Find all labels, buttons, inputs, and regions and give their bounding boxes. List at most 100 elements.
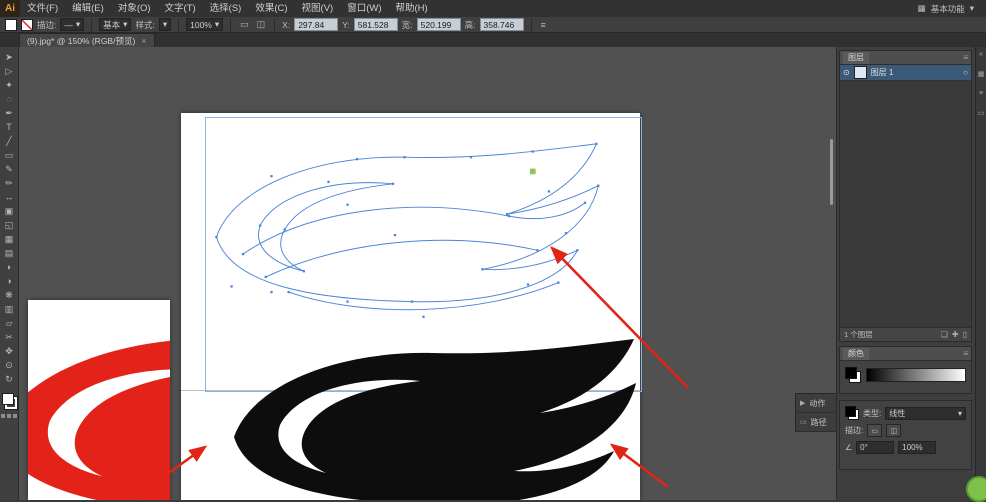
tool-pen[interactable]: ✒ [1, 106, 18, 120]
fill-swatch[interactable] [845, 367, 857, 379]
gradient-angle-field[interactable]: 0° [856, 441, 895, 454]
tool-magic-wand[interactable]: ✦ [1, 78, 18, 92]
separator [230, 18, 232, 31]
height-field[interactable]: 358.746 [479, 18, 524, 31]
layers-panel-header: 图层 ≡ [840, 51, 971, 65]
tool-eyedropper[interactable]: ◗ [1, 260, 18, 274]
visibility-eye-icon[interactable]: ⊙ [843, 68, 850, 77]
opacity-select[interactable]: 100% ▾ [186, 18, 224, 31]
gradient-type-row: 类型: 线性 ▾ [845, 406, 966, 420]
tool-width[interactable]: ↔ [1, 190, 18, 204]
target-circle-icon[interactable]: ○ [963, 68, 968, 77]
menu-item-window[interactable]: 窗口(W) [340, 0, 388, 17]
panel-icon[interactable]: ▦ [978, 70, 985, 78]
panel-menu-icon[interactable]: ≡ [963, 349, 968, 358]
chevron-down-icon: ▾ [957, 408, 962, 418]
artboard-main[interactable] [181, 113, 640, 500]
panel-icon-strip: « ▦ ≡ ▭ [975, 47, 986, 500]
chevron-down-icon: ▾ [75, 19, 81, 29]
panel-icon[interactable]: ≡ [979, 90, 983, 97]
layer-row[interactable]: ⊙ 图层 1 ○ [840, 65, 971, 81]
panel-menu-icon[interactable]: ≡ [963, 53, 968, 62]
fill-proxy[interactable] [1, 393, 14, 405]
tab-layers[interactable]: 图层 [843, 51, 869, 64]
artboard-left[interactable] [28, 300, 170, 500]
canvas-scrollbar[interactable] [830, 139, 833, 205]
tool-shape-builder[interactable]: ◱ [1, 218, 18, 232]
color-mode-buttons[interactable] [1, 414, 17, 418]
gradient-panel: 类型: 线性 ▾ 描边: ▭ ◫ ∠ 0° 100% [839, 400, 972, 470]
fill-swatch[interactable] [5, 18, 17, 31]
chevron-down-icon: ▾ [969, 3, 974, 13]
tool-gradient[interactable]: ▤ [1, 246, 18, 260]
new-folder-icon[interactable]: ❏ [941, 330, 948, 339]
control-bar: 描边: — ▾ 基本 ▾ 样式: ▾ 100% ▾ ▭ ◫ X: 297.84 … [0, 17, 986, 33]
tab-color[interactable]: 颜色 [843, 347, 869, 360]
menu-item-object[interactable]: 对象(O) [111, 0, 158, 17]
layers-status-bar: 1 个图层 ❏ ✚ ▯ [840, 327, 971, 341]
tool-paintbrush[interactable]: ✎ [1, 162, 18, 176]
tool-column-graph[interactable]: ▥ [1, 302, 18, 316]
fill-stroke-swatches[interactable] [845, 367, 861, 383]
width-field[interactable]: 520.199 [416, 18, 461, 31]
app-logo: Ai [0, 0, 20, 17]
tool-free-transform[interactable]: ▣ [1, 204, 18, 218]
tool-mesh[interactable]: ▦ [1, 232, 18, 246]
tool-rotate[interactable]: ↻ [1, 372, 18, 386]
menu-item-view[interactable]: 视图(V) [295, 0, 341, 17]
chevron-down-icon: ▾ [214, 19, 220, 29]
stroke-gradient-btn-1[interactable]: ▭ [867, 424, 883, 437]
tool-hand[interactable]: ✥ [1, 344, 18, 358]
gradient-position-field[interactable]: 100% [898, 441, 937, 454]
tool-selection[interactable]: ➤ [1, 50, 18, 64]
separator [178, 18, 180, 31]
stroke-label: 描边: [37, 19, 57, 30]
grayscale-ramp-slider[interactable] [866, 368, 966, 382]
menu-item-help[interactable]: 帮助(H) [389, 0, 435, 17]
gradient-type-select[interactable]: 线性 ▾ [885, 406, 966, 420]
tool-slice[interactable]: ✂ [1, 330, 18, 344]
workspace-switcher[interactable]: ▦ 基本功能 ▾ [918, 3, 986, 15]
gradient-swatch[interactable] [845, 406, 859, 420]
y-field[interactable]: 581.528 [353, 18, 398, 31]
gradient-type-value: 线性 [889, 408, 906, 418]
x-field[interactable]: 297.84 [294, 18, 339, 31]
tool-line-segment[interactable]: ╱ [1, 134, 18, 148]
stroke-gradient-btn-2[interactable]: ◫ [886, 424, 902, 437]
menu-item-effect[interactable]: 效果(C) [248, 0, 294, 17]
align-icon[interactable]: ◫ [255, 19, 268, 30]
tool-type[interactable]: T [1, 120, 18, 134]
panel-label: 动作 [809, 398, 826, 408]
collapse-panels-icon[interactable]: « [979, 51, 983, 58]
menu-item-type[interactable]: 文字(T) [158, 0, 203, 17]
tool-pencil[interactable]: ✏ [1, 176, 18, 190]
tool-symbol-sprayer[interactable]: ❋ [1, 288, 18, 302]
tool-blend[interactable]: ◑ [1, 274, 18, 288]
brush-definition-select[interactable]: 基本 ▾ [99, 18, 132, 31]
tool-rectangle[interactable]: ▭ [1, 148, 18, 162]
style-select[interactable]: ▾ [158, 18, 172, 31]
separator [91, 18, 93, 31]
stroke-weight-select[interactable]: — ▾ [60, 18, 85, 31]
color-panel-body [840, 361, 971, 389]
delete-layer-icon[interactable]: ▯ [963, 330, 967, 339]
menu-item-edit[interactable]: 编辑(E) [65, 0, 111, 17]
new-layer-icon[interactable]: ✚ [952, 330, 959, 339]
layer-name[interactable]: 图层 1 [871, 67, 894, 78]
tool-zoom[interactable]: ⊙ [1, 358, 18, 372]
panel-icon[interactable]: ▭ [978, 109, 985, 117]
close-icon[interactable]: × [141, 36, 146, 46]
menu-item-file[interactable]: 文件(F) [20, 0, 65, 17]
canvas-area[interactable] [19, 47, 836, 500]
gradient-stroke-label: 描边: [845, 426, 864, 435]
tool-lasso[interactable]: ◌ [1, 92, 18, 106]
stroke-swatch[interactable] [21, 18, 33, 31]
panel-options-icon[interactable]: ≡ [539, 20, 548, 30]
fill-stroke-indicator[interactable] [1, 393, 18, 410]
align-icon[interactable]: ▭ [238, 19, 251, 30]
tool-direct-selection[interactable]: ▷ [1, 64, 18, 78]
gradient-stroke-row: 描边: ▭ ◫ [845, 424, 966, 437]
tool-artboard[interactable]: ▱ [1, 316, 18, 330]
document-tab[interactable]: (9).jpg* @ 150% (RGB/预览) × [19, 33, 155, 47]
menu-item-select[interactable]: 选择(S) [203, 0, 249, 17]
